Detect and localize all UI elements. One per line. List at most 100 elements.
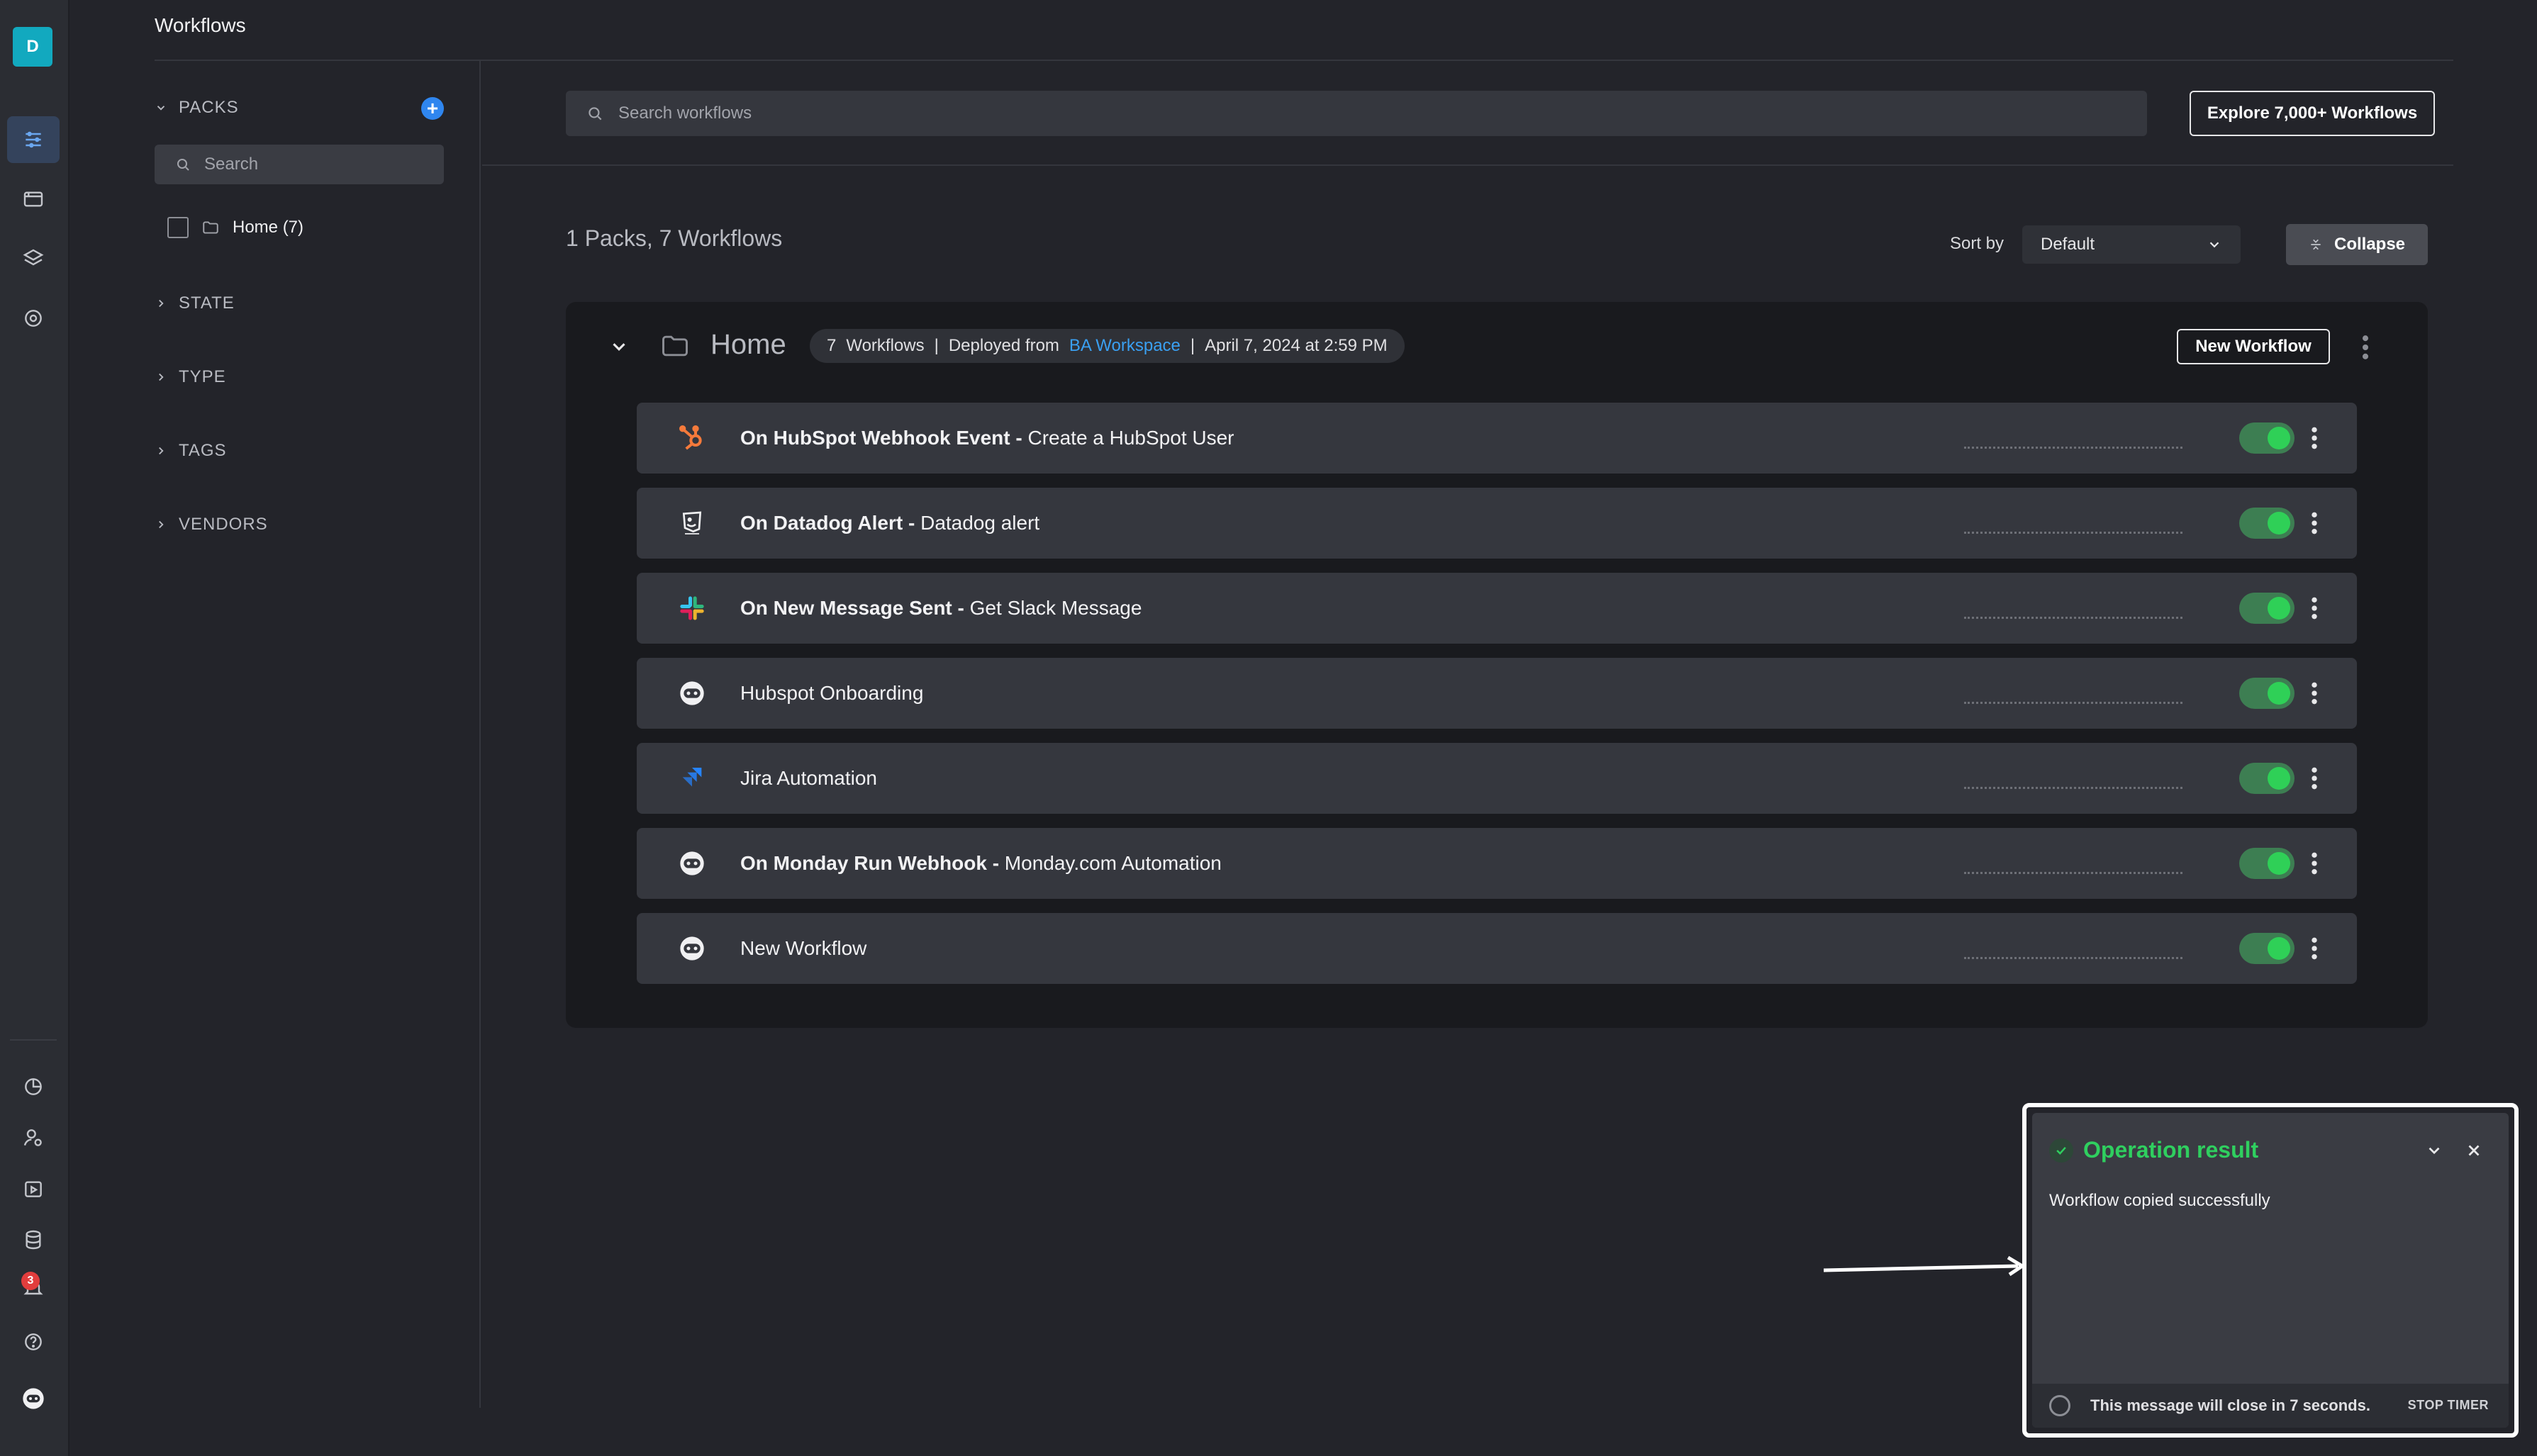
filter-state-toggle[interactable]: STATE — [155, 293, 235, 313]
filter-type-toggle[interactable]: TYPE — [155, 367, 226, 387]
rail-database-button[interactable] — [7, 1216, 60, 1263]
workflow-row[interactable]: Jira Automation — [637, 743, 2357, 814]
toast-title: Operation result — [2083, 1137, 2259, 1163]
workflow-toggle[interactable] — [2239, 508, 2295, 539]
bot-icon — [23, 1388, 44, 1409]
workflow-search-placeholder: Search workflows — [618, 103, 752, 123]
more-icon[interactable] — [2307, 848, 2321, 879]
workflow-row[interactable]: On Monday Run Webhook - Monday.com Autom… — [637, 828, 2357, 899]
filter-state-label: STATE — [179, 293, 235, 313]
pack-deployed-label: Deployed from — [948, 336, 1059, 355]
filter-tags-label: TAGS — [179, 441, 227, 460]
rail-layers-button[interactable] — [7, 235, 60, 282]
workflow-toggle[interactable] — [2239, 678, 2295, 709]
rail-divider — [10, 1039, 57, 1041]
workflow-summary: 1 Packs, 7 Workflows — [566, 225, 783, 251]
more-icon[interactable] — [2307, 508, 2321, 539]
operation-result-toast: Operation result Workflow copied success… — [2032, 1113, 2509, 1428]
database-icon — [26, 1230, 41, 1250]
workflow-row[interactable]: On New Message Sent - Get Slack Message — [637, 573, 2357, 644]
filter-packs-toggle[interactable]: PACKS — [155, 98, 239, 118]
collapse-label: Collapse — [2334, 235, 2406, 254]
workflow-title: New Workflow — [740, 937, 867, 959]
new-workflow-button[interactable]: New Workflow — [2177, 329, 2330, 364]
notification-badge: 3 — [21, 1272, 40, 1290]
pack-collapse-chevron-icon[interactable] — [608, 336, 630, 357]
rail-analytics-button[interactable] — [7, 1063, 60, 1110]
pack-more-icon[interactable] — [2357, 332, 2374, 363]
explore-workflows-button[interactable]: Explore 7,000+ Workflows — [2190, 91, 2435, 136]
toolbar-divider — [482, 164, 2453, 166]
play-box-icon — [25, 1181, 42, 1197]
pack-date: April 7, 2024 at 2:59 PM — [1205, 336, 1388, 355]
pack-workspace-link[interactable]: BA Workspace — [1069, 336, 1181, 356]
filter-vendors-toggle[interactable]: VENDORS — [155, 515, 268, 534]
workflow-toggle[interactable] — [2239, 422, 2295, 454]
datadog-icon — [682, 511, 702, 534]
chevron-right-icon — [159, 520, 164, 529]
pack-search-input[interactable]: Search — [155, 145, 444, 184]
chevron-right-icon — [159, 373, 164, 381]
rail-apps-button[interactable] — [7, 176, 60, 223]
timer-spinner-icon — [2049, 1395, 2070, 1416]
workflow-row[interactable]: Hubspot Onboarding — [637, 658, 2357, 729]
workflow-row[interactable]: On Datadog Alert - Datadog alert — [637, 488, 2357, 559]
more-icon[interactable] — [2307, 763, 2321, 794]
pack-search-placeholder: Search — [204, 155, 259, 174]
filter-panel — [142, 61, 481, 1408]
workflow-toggle[interactable] — [2239, 593, 2295, 624]
window-icon — [23, 191, 43, 207]
chevron-down-icon — [157, 106, 165, 111]
more-icon[interactable] — [2307, 678, 2321, 709]
page-title: Workflows — [155, 14, 246, 36]
stop-timer-button[interactable]: STOP TIMER — [2408, 1398, 2489, 1413]
slack-icon — [680, 596, 704, 620]
pack-checkbox[interactable] — [167, 217, 189, 238]
header-divider — [155, 60, 2453, 61]
workflow-search-input[interactable]: Search workflows — [566, 91, 2147, 136]
pack-item-home[interactable]: Home (7) — [167, 217, 303, 238]
sort-select[interactable]: Default — [2022, 225, 2241, 264]
activity-sparkline — [1964, 702, 2182, 704]
workflows-icon — [26, 131, 41, 148]
help-icon — [25, 1333, 42, 1350]
pack-workflow-count: 7 — [827, 336, 837, 355]
rail-help-button[interactable] — [7, 1318, 60, 1365]
rail-workflows-button[interactable] — [7, 116, 60, 163]
rail-media-button[interactable] — [7, 1165, 60, 1212]
user-settings-icon — [23, 1129, 42, 1146]
bot-icon — [680, 851, 704, 875]
meta-separator: | — [1190, 336, 1195, 355]
filter-type-label: TYPE — [179, 367, 226, 386]
search-icon — [589, 107, 602, 121]
more-icon[interactable] — [2307, 422, 2321, 454]
rail-users-button[interactable] — [7, 1114, 60, 1161]
activity-sparkline — [1964, 872, 2182, 874]
more-icon[interactable] — [2307, 593, 2321, 624]
workflow-row[interactable]: On HubSpot Webhook Event - Create a HubS… — [637, 403, 2357, 474]
pack-name: Home — [710, 329, 786, 360]
workflow-title: Hubspot Onboarding — [740, 682, 924, 704]
folder-icon — [203, 221, 218, 234]
activity-sparkline — [1964, 532, 2182, 534]
more-icon[interactable] — [2307, 933, 2321, 964]
workflow-toggle[interactable] — [2239, 933, 2295, 964]
collapse-button[interactable]: Collapse — [2286, 224, 2428, 265]
filter-tags-toggle[interactable]: TAGS — [155, 441, 227, 461]
workflow-row[interactable]: New Workflow — [637, 913, 2357, 984]
chevron-down-icon[interactable] — [2425, 1141, 2443, 1160]
workflow-title: On HubSpot Webhook Event - Create a HubS… — [740, 427, 1234, 449]
workflow-toggle[interactable] — [2239, 763, 2295, 794]
toast-footer: This message will close in 7 seconds. ST… — [2032, 1384, 2509, 1428]
workflow-toggle[interactable] — [2239, 848, 2295, 879]
add-pack-button[interactable]: + — [421, 97, 444, 120]
workspace-avatar[interactable]: D — [13, 27, 52, 67]
close-icon[interactable] — [2465, 1141, 2483, 1160]
rail-assistant-button[interactable] — [7, 1375, 60, 1422]
rail-settings-button[interactable] — [7, 295, 60, 342]
bot-icon — [680, 681, 704, 705]
target-icon — [25, 310, 42, 327]
pack-meta: 7 Workflows | Deployed from BA Workspace… — [810, 329, 1405, 363]
hubspot-icon — [679, 425, 702, 450]
workflow-title: On New Message Sent - Get Slack Message — [740, 597, 1142, 619]
